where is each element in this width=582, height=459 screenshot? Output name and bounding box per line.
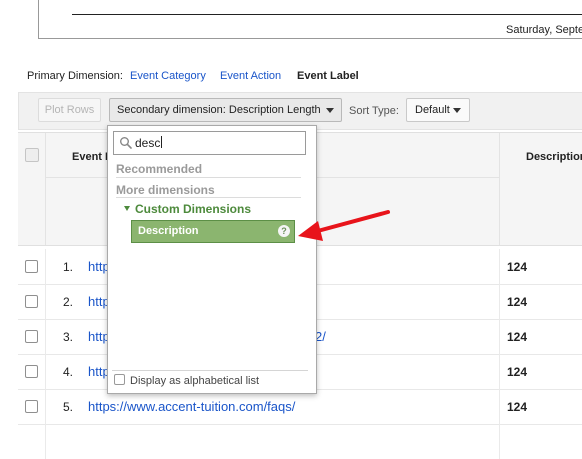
- secondary-dimension-label: Secondary dimension: Description Length: [117, 104, 321, 116]
- row-checkbox[interactable]: [25, 330, 38, 343]
- text-cursor: [161, 136, 163, 148]
- table-row: 5. https://www.accent-tuition.com/faqs/ …: [18, 389, 582, 425]
- primary-dimension-event-category[interactable]: Event Category: [130, 70, 206, 82]
- secondary-dimension-button[interactable]: Secondary dimension: Description Length: [109, 98, 342, 122]
- dimension-option-description[interactable]: Description ?: [131, 220, 295, 243]
- sort-type-value: Default: [415, 104, 450, 116]
- row-checkbox[interactable]: [25, 295, 38, 308]
- row-url-link[interactable]: https://www.accent-tuition.com/faqs/: [88, 399, 295, 414]
- divider: [116, 197, 301, 198]
- column-divider: [45, 133, 46, 245]
- column-divider: [45, 284, 46, 319]
- annotation-arrow-icon: [298, 210, 390, 241]
- chart-area: [38, 0, 582, 39]
- more-dimensions-heading: More dimensions: [116, 183, 215, 197]
- column-divider: [499, 424, 500, 459]
- chart-line: [72, 14, 582, 15]
- primary-dimension-label: Primary Dimension:: [27, 70, 123, 82]
- column-divider: [45, 249, 46, 284]
- column-divider: [45, 389, 46, 424]
- custom-dimensions-category[interactable]: Custom Dimensions: [124, 202, 251, 216]
- column-divider: [499, 354, 500, 389]
- row-checkbox[interactable]: [25, 365, 38, 378]
- column-header-description[interactable]: Description: [526, 151, 582, 163]
- column-divider: [45, 424, 46, 459]
- search-input-text: desc: [135, 136, 163, 150]
- primary-dimension-event-action[interactable]: Event Action: [220, 70, 281, 82]
- table-row: [18, 424, 582, 459]
- caret-down-icon: [326, 108, 334, 113]
- row-number: 5.: [63, 400, 74, 414]
- chart-date-label: Saturday, Septe: [506, 24, 582, 36]
- alphabetical-checkbox[interactable]: [114, 374, 125, 385]
- dimension-option-label: Description: [138, 225, 199, 237]
- search-icon: [120, 137, 132, 149]
- recommended-heading: Recommended: [116, 162, 203, 176]
- select-all-checkbox[interactable]: [25, 148, 39, 162]
- column-divider: [499, 249, 500, 284]
- divider: [112, 370, 308, 371]
- help-icon[interactable]: ?: [278, 225, 290, 237]
- column-header-event-label[interactable]: Event L: [72, 151, 112, 163]
- dimension-search-input[interactable]: desc: [113, 131, 306, 155]
- row-number: 3.: [63, 330, 74, 344]
- row-value: 124: [507, 295, 528, 309]
- column-divider: [499, 319, 500, 354]
- sort-type-select[interactable]: Default: [406, 98, 470, 122]
- secondary-dimension-dropdown: desc Recommended More dimensions Custom …: [107, 125, 317, 394]
- row-value: 124: [507, 400, 528, 414]
- primary-dimension-event-label[interactable]: Event Label: [297, 70, 359, 82]
- alphabetical-list-toggle[interactable]: Display as alphabetical list: [114, 374, 259, 387]
- expand-triangle-icon: [124, 206, 130, 211]
- plot-rows-button[interactable]: Plot Rows: [38, 98, 101, 122]
- column-divider: [499, 133, 500, 245]
- row-number: 4.: [63, 365, 74, 379]
- row-number: 2.: [63, 295, 74, 309]
- column-divider: [45, 354, 46, 389]
- caret-down-icon: [453, 108, 461, 113]
- row-number: 1.: [63, 260, 74, 274]
- row-checkbox[interactable]: [25, 400, 38, 413]
- row-value: 124: [507, 260, 528, 274]
- row-checkbox[interactable]: [25, 260, 38, 273]
- row-value: 124: [507, 365, 528, 379]
- column-divider: [45, 319, 46, 354]
- column-divider: [499, 389, 500, 424]
- column-divider: [499, 284, 500, 319]
- divider: [116, 177, 301, 178]
- sort-type-label: Sort Type:: [349, 105, 399, 117]
- row-value: 124: [507, 330, 528, 344]
